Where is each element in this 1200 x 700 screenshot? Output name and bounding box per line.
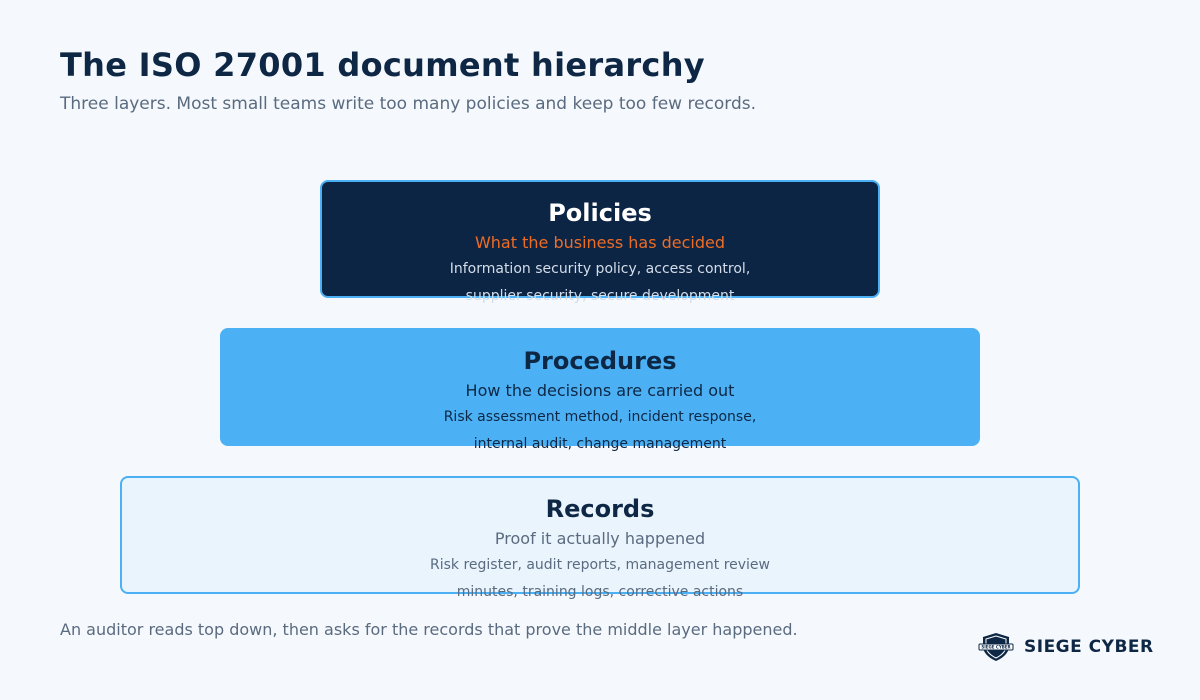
hierarchy-layer-records: Records Proof it actually happened Risk … <box>120 476 1080 600</box>
brand-name: SIEGE CYBER <box>1024 637 1154 657</box>
logo-emblem-text: SIEGE CYBER <box>981 645 1010 650</box>
layer-examples-line: supplier security, secure development <box>465 288 735 304</box>
layer-examples-line: Risk register, audit reports, management… <box>429 557 770 573</box>
page-title: The ISO 27001 document hierarchy <box>60 46 705 84</box>
layer-examples-line: Information security policy, access cont… <box>449 261 751 277</box>
shield-logo-icon: SIEGE CYBER <box>978 633 1014 661</box>
brand-logo: SIEGE CYBER SIEGE CYBER <box>978 632 1154 662</box>
layer-description: Proof it actually happened <box>494 529 706 548</box>
layer-name: Policies <box>548 199 652 227</box>
hierarchy-layer-procedures: Procedures How the decisions are carried… <box>220 328 980 452</box>
footer-note: An auditor reads top down, then asks for… <box>60 620 798 639</box>
layer-examples-line: minutes, training logs, corrective actio… <box>456 584 744 600</box>
hierarchy-layer-policies: Policies What the business has decided I… <box>320 180 880 304</box>
layer-examples-line: Risk assessment method, incident respons… <box>443 409 757 425</box>
layer-examples-line: internal audit, change management <box>473 436 727 452</box>
layer-name: Records <box>545 495 655 523</box>
page-subtitle: Three layers. Most small teams write too… <box>60 94 757 114</box>
layer-name: Procedures <box>523 347 677 375</box>
layer-description: What the business has decided <box>474 233 726 252</box>
layer-description: How the decisions are carried out <box>465 381 735 400</box>
